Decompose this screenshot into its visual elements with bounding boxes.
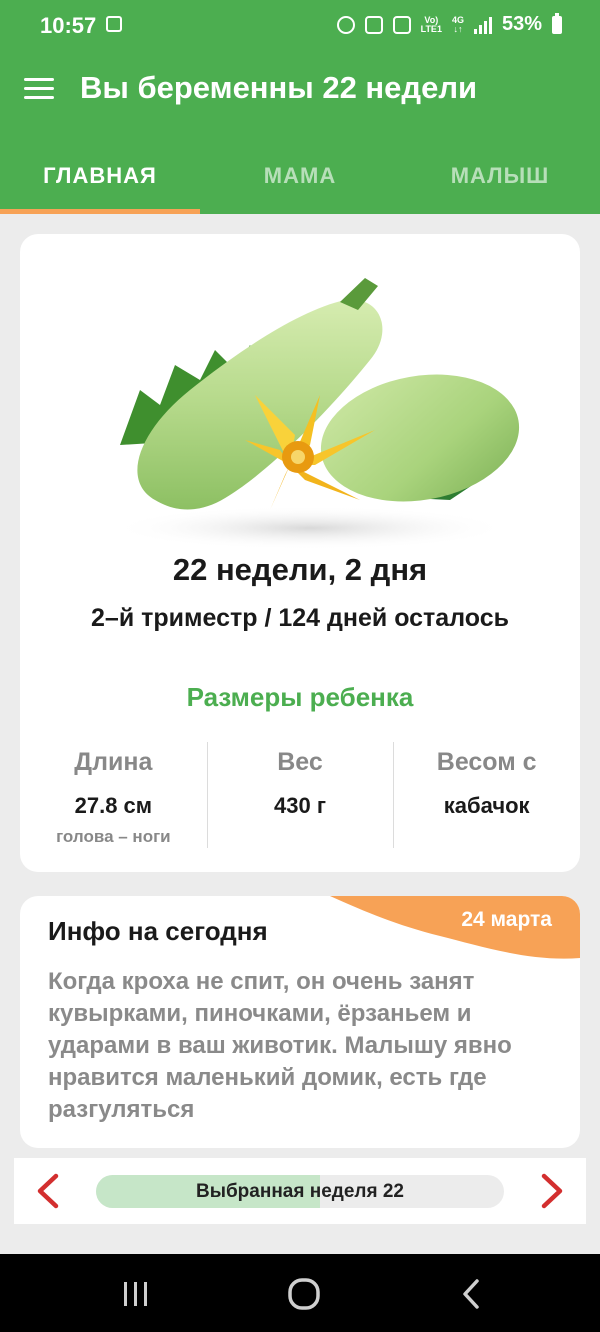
stat-value: кабачок [443, 793, 530, 818]
tab-home[interactable]: ГЛАВНАЯ [0, 128, 200, 214]
week-progress: Выбранная неделя 22 [96, 1175, 504, 1208]
battery-percent: 53% [501, 13, 542, 35]
home-icon[interactable] [284, 1274, 324, 1314]
system-nav-bar [0, 1254, 600, 1332]
info-date: 24 марта [461, 908, 552, 931]
stat-label: Вес [277, 748, 323, 776]
zucchini-illustration [110, 278, 520, 550]
week-selector: Выбранная неделя 22 [14, 1158, 586, 1224]
stat-value: 27.8 см [74, 793, 153, 818]
baby-sizes-title: Размеры ребенка [186, 682, 414, 712]
selected-week-label: Выбранная неделя 22 [196, 1181, 404, 1202]
volte-bottom-text: LTE1 [420, 23, 442, 34]
status-bar: 10:57 Vo) LTE1 4G ↓↑ 53% [0, 0, 600, 52]
battery-icon [552, 12, 562, 34]
stat-label: Весом с [436, 748, 537, 776]
status-icons: Vo) LTE1 4G ↓↑ 53% [336, 12, 562, 36]
volte-icon: Vo) LTE1 [420, 15, 442, 34]
stat-sub: голова – ноги [56, 827, 171, 846]
info-title: Инфо на сегодня [48, 916, 268, 946]
nfc-icon [392, 15, 411, 34]
notification-icon [106, 16, 122, 32]
trimester-info: 2–й триместр / 124 дней осталось [91, 604, 509, 632]
recent-apps-icon[interactable] [116, 1274, 156, 1314]
network-4g-icon: 4G ↓↑ [451, 14, 464, 34]
alarm-icon [336, 15, 355, 34]
stat-length: Длина 27.8 см голова – ноги [20, 742, 207, 848]
chevron-right-icon[interactable] [534, 1172, 570, 1210]
chevron-left-icon[interactable] [30, 1172, 66, 1210]
stat-size-comparison: Весом с кабачок [393, 742, 580, 848]
tab-bar: ГЛАВНАЯ МАМА МАЛЫШ [0, 128, 600, 214]
baby-stats: Длина 27.8 см голова – ноги Вес 430 г Ве… [20, 742, 580, 848]
tab-mom[interactable]: МАМА [200, 128, 400, 214]
status-time: 10:57 [40, 13, 97, 38]
week-title: 22 недели, 2 дня [172, 552, 428, 587]
network-type-text: 4G [451, 14, 464, 25]
menu-icon[interactable] [24, 76, 56, 102]
stat-weight: Вес 430 г [206, 742, 394, 848]
daily-info-card[interactable]: 24 марта Инфо на сегодня Когда кроха не … [20, 896, 580, 1148]
signal-icon [473, 16, 492, 34]
app-bar: Вы беременны 22 недели [0, 52, 600, 128]
info-text: Когда кроха не спит, он очень занят кувы… [48, 968, 512, 1123]
mute-icon [364, 15, 383, 34]
summary-card: 22 недели, 2 дня 2–й триместр / 124 дней… [20, 234, 580, 872]
back-icon[interactable] [452, 1274, 492, 1314]
page-title: Вы беременны 22 недели [80, 70, 478, 105]
tab-baby[interactable]: МАЛЫШ [400, 128, 600, 214]
stat-label: Длина [74, 748, 153, 776]
stat-value: 430 г [274, 793, 326, 818]
